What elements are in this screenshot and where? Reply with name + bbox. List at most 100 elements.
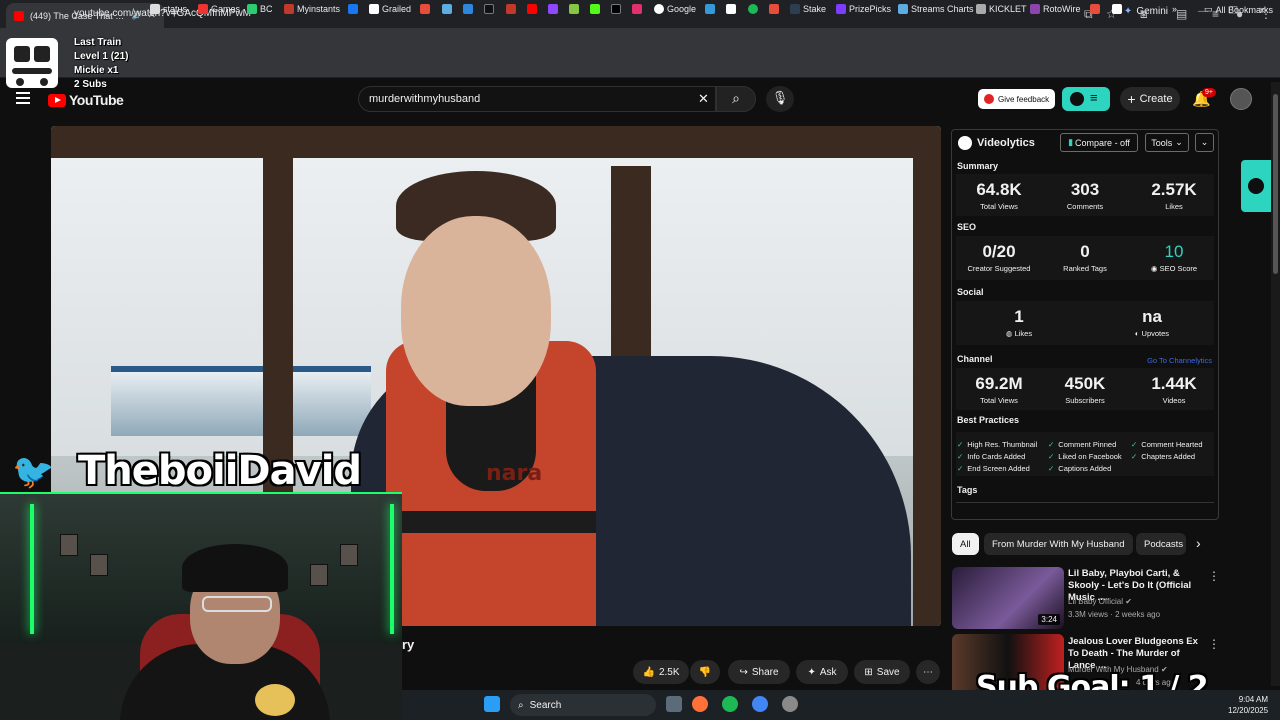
bookmark-icon-f[interactable] (705, 4, 715, 14)
stat-label: Ranked Tags (1063, 264, 1107, 273)
bookmark-twitch[interactable] (548, 4, 558, 14)
best-practice-item: ✓ Liked on Facebook (1048, 452, 1122, 461)
like-button[interactable]: 👍 2.5K (633, 660, 689, 684)
rec-thumbnail[interactable]: 3:24 (952, 567, 1064, 629)
video-frame-ship (111, 366, 371, 436)
tools-dropdown[interactable]: Tools ⌄ (1145, 133, 1189, 152)
divider (956, 502, 1214, 503)
chevron-down-icon: ⌄ (1200, 137, 1209, 147)
firefox-icon[interactable] (692, 696, 708, 712)
tags-heading: Tags (957, 485, 978, 495)
collapse-panel-button[interactable]: ⌄ (1195, 133, 1214, 152)
bookmark-kicklet[interactable]: KICKLET (976, 4, 1027, 14)
more-bookmarks-icon[interactable]: » (1172, 4, 1177, 14)
best-practice-item: ✓ End Screen Added (957, 464, 1030, 473)
rec-more-icon[interactable]: ⋮ (1208, 569, 1220, 583)
dislike-button[interactable]: 👎 (690, 660, 720, 684)
bookmark-chart[interactable] (769, 4, 779, 14)
bookmark-status[interactable]: status (150, 4, 187, 14)
bookmark-icon-g[interactable] (1090, 4, 1100, 14)
more-horizontal-icon: ⋯ (923, 666, 933, 678)
bookmark-google[interactable]: Google (654, 4, 696, 14)
bookmark-icon-h[interactable] (1112, 4, 1122, 14)
wall-poster (60, 534, 78, 556)
hamburger-menu-icon[interactable] (16, 92, 30, 104)
chevron-right-icon[interactable]: › (1196, 535, 1201, 551)
taskbar-search[interactable]: ⌕ Search (510, 694, 656, 716)
wall-poster (340, 544, 358, 566)
instagram-icon (632, 4, 642, 14)
bookmark-grailed[interactable]: Grailed (369, 4, 411, 14)
bookmark-rotowire[interactable]: RotoWire (1030, 4, 1081, 14)
chip-podcasts[interactable]: Podcasts (1136, 533, 1186, 555)
share-button[interactable]: ↪ Share (728, 660, 790, 684)
bookmark-stake[interactable]: Stake (790, 4, 826, 14)
ask-button[interactable]: ✦ Ask (796, 660, 848, 684)
videolytics-icon (984, 94, 994, 104)
give-feedback-button[interactable]: Give feedback (978, 89, 1056, 109)
taskbar-clock[interactable]: 9:04 AM 12/20/2025 (1228, 694, 1268, 716)
twitter-bird-icon: 🐦 (12, 453, 55, 491)
all-bookmarks[interactable]: ▭ All Bookmarks (1204, 4, 1273, 15)
youtube-logo[interactable]: YouTube (48, 92, 124, 108)
videolytics-side-tab[interactable] (1241, 160, 1271, 212)
chip-all[interactable]: All (952, 533, 979, 555)
bookmark-x[interactable] (611, 4, 621, 14)
stat-label: Creator Suggested (967, 264, 1031, 273)
sidepanel-icon[interactable]: ▤ (1176, 7, 1187, 21)
bookmark-icon-e[interactable] (506, 4, 516, 14)
wall-poster (90, 554, 108, 576)
rec-channel[interactable]: Lil Baby Official ✔ (1068, 597, 1132, 606)
chip-from-channel[interactable]: From Murder With My Husband (984, 533, 1133, 555)
bookmark-myinstants[interactable]: Myinstants (284, 4, 340, 14)
compare-toggle[interactable]: ▮ Compare - off (1060, 133, 1138, 152)
create-button[interactable]: + Create (1120, 87, 1180, 111)
bookmark-streams-charts[interactable]: Streams Charts (898, 4, 974, 14)
bookmark-prizepicks[interactable]: PrizePicks (836, 4, 891, 14)
bookmark-rumble[interactable] (569, 4, 579, 14)
bookmark-icon (484, 4, 494, 14)
rec-more-icon[interactable]: ⋮ (1208, 637, 1220, 651)
bookmark-instagram[interactable] (632, 4, 642, 14)
thumbs-down-icon: 👎 (698, 666, 712, 678)
obs-icon[interactable] (782, 696, 798, 712)
google-icon (654, 4, 664, 14)
bookmark-kick[interactable] (590, 4, 600, 14)
voice-search-button[interactable]: 🎙 (766, 86, 794, 112)
bookmark-amazon[interactable] (726, 4, 736, 14)
scrollbar-thumb[interactable] (1273, 94, 1278, 274)
check-icon: ✓ (957, 452, 964, 461)
videolytics-toggle-button[interactable]: ≡ (1062, 87, 1110, 111)
search-button[interactable]: ⌕ (716, 86, 756, 112)
clear-search-icon[interactable]: ✕ (698, 91, 709, 107)
extensions-icon[interactable]: ⧆ (1140, 7, 1148, 22)
bookmark-icon (1090, 4, 1100, 14)
bookmark-youtube[interactable] (527, 4, 537, 14)
reddit-icon: ◐ (1134, 329, 1142, 338)
bookmark-games[interactable]: Games (198, 4, 240, 14)
account-avatar[interactable] (1230, 88, 1252, 110)
bookmark-facebook[interactable] (348, 4, 358, 14)
search-input[interactable]: murderwithmyhusband (358, 86, 716, 112)
social-stats: 1 ◍ Likes na ◐ Upvotes (956, 301, 1214, 345)
more-actions-button[interactable]: ⋯ (916, 660, 940, 684)
bookmark-icon (284, 4, 294, 14)
share-icon: ↪ (739, 666, 748, 678)
bookmark-icon-a[interactable] (420, 4, 430, 14)
search-icon: ⌕ (518, 699, 524, 711)
save-button[interactable]: ⊞ Save (854, 660, 910, 684)
bookmark-spotify[interactable] (748, 4, 758, 14)
task-view-icon[interactable] (666, 696, 682, 712)
spotify-icon[interactable] (722, 696, 738, 712)
bookmark-bc[interactable]: BC (247, 4, 273, 14)
summary-stats: 64.8K Total Views 303 Comments 2.57K Likes (956, 174, 1214, 216)
chrome-icon[interactable] (752, 696, 768, 712)
bookmark-icon-b[interactable] (442, 4, 452, 14)
bookmark-icon-d[interactable] (484, 4, 494, 14)
windows-start-icon[interactable] (484, 696, 500, 712)
bookmark-icon-c[interactable] (463, 4, 473, 14)
cabin-frame-top (51, 126, 941, 158)
amazon-icon (726, 4, 736, 14)
go-to-channelytics-link[interactable]: Go To Channelytics (1147, 356, 1212, 365)
youtube-wordmark: YouTube (69, 92, 124, 108)
